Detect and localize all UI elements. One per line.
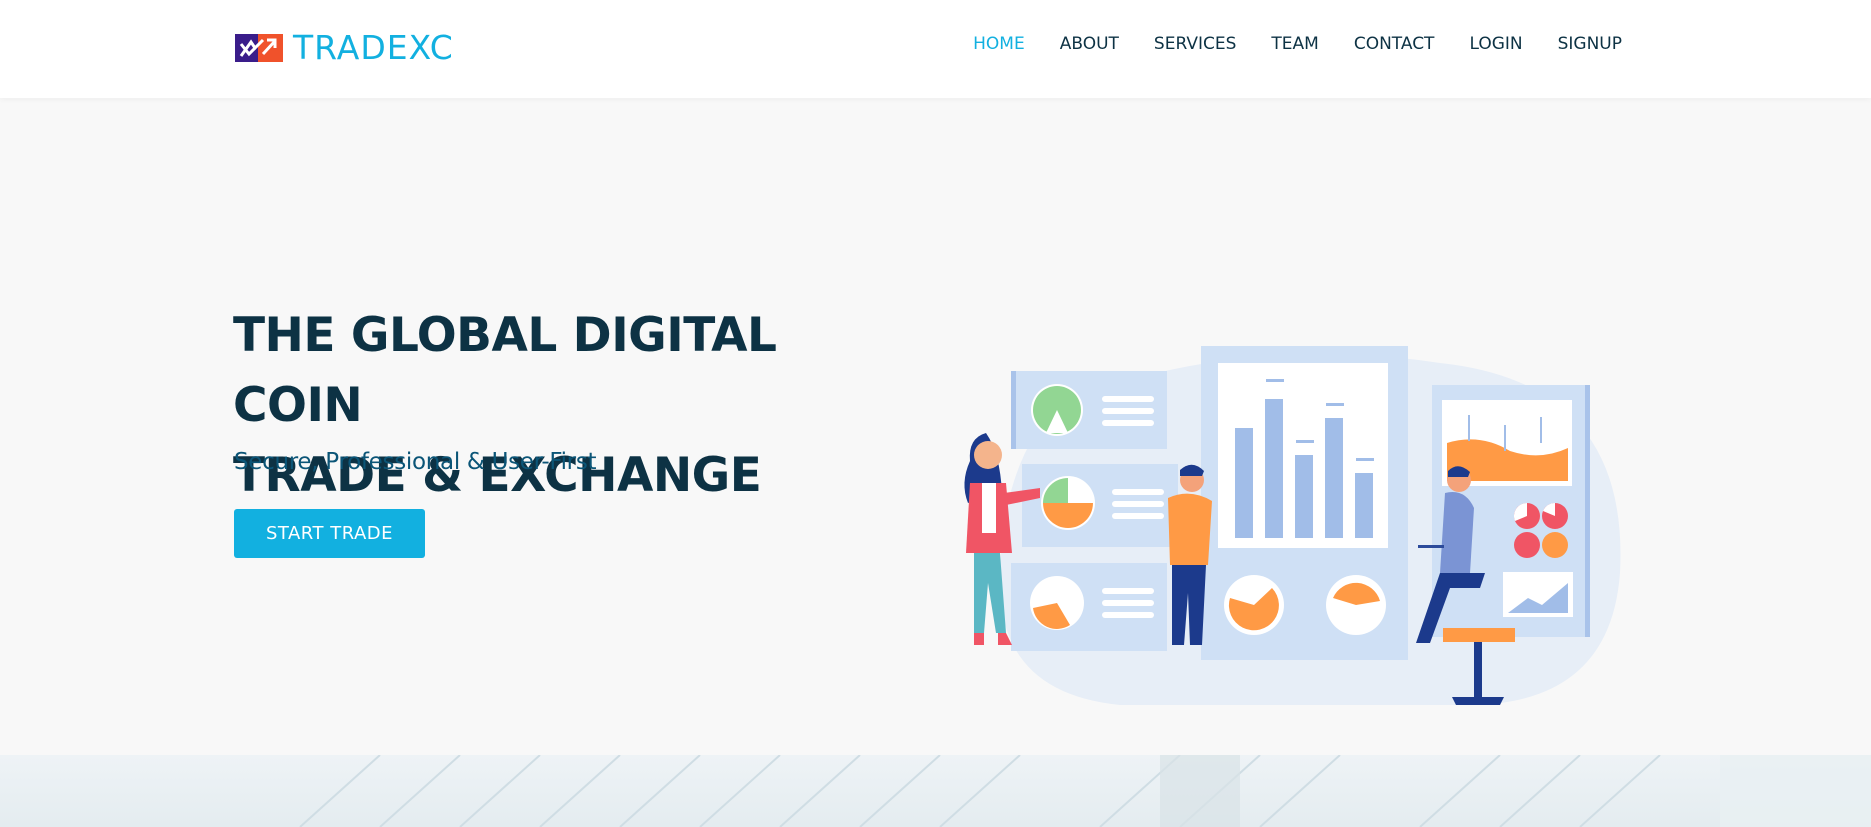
business-analytics-illustration [964, 346, 1621, 706]
hero-subtitle: Secure, Professional & User-First [234, 449, 597, 475]
nav-login[interactable]: LOGIN [1469, 34, 1522, 54]
main-nav: HOME ABOUT SERVICES TEAM CONTACT LOGIN S… [973, 34, 1622, 54]
nav-services[interactable]: SERVICES [1154, 34, 1236, 54]
nav-signup[interactable]: SIGNUP [1558, 34, 1622, 54]
start-trade-button[interactable]: START TRADE [234, 509, 425, 558]
hero-title: THE GLOBAL DIGITAL COIN TRADE & EXCHANGE [233, 301, 853, 511]
nav-home[interactable]: HOME [973, 34, 1025, 54]
site-header: TRADEXC HOME ABOUT SERVICES TEAM CONTACT… [0, 0, 1871, 98]
logo-icon [235, 33, 283, 62]
brand-logo[interactable]: TRADEXC [235, 28, 454, 67]
nav-contact[interactable]: CONTACT [1354, 34, 1435, 54]
building-photo-band [0, 755, 1871, 827]
hero-title-line1: THE GLOBAL DIGITAL COIN [233, 308, 777, 433]
hero-section: THE GLOBAL DIGITAL COIN TRADE & EXCHANGE… [0, 98, 1871, 755]
nav-about[interactable]: ABOUT [1060, 34, 1119, 54]
nav-team[interactable]: TEAM [1271, 34, 1318, 54]
brand-name: TRADEXC [293, 28, 454, 67]
architecture-background-icon [299, 755, 1871, 827]
